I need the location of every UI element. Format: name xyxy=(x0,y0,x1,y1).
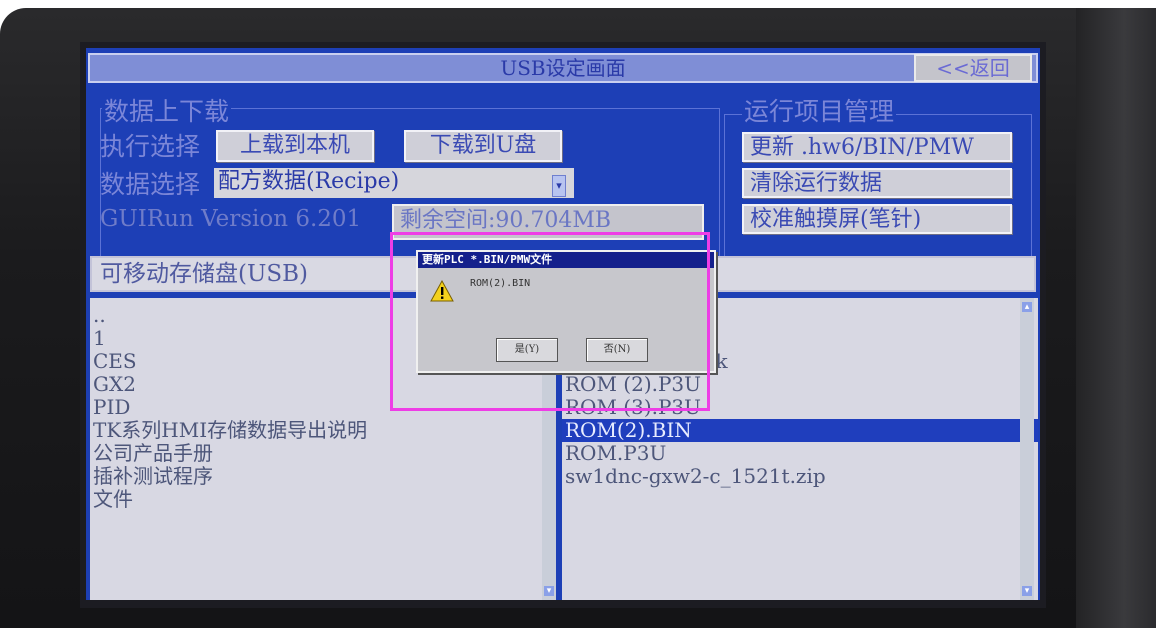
list-item[interactable]: sw1dnc-gxw2-c_1521t.zip xyxy=(562,465,1038,488)
scroll-down-icon[interactable]: ▾ xyxy=(1022,586,1032,596)
update-project-button[interactable]: 更新 .hw6/BIN/PMW xyxy=(742,132,1012,162)
storage-device-label: 可移动存储盘(USB) xyxy=(100,261,308,287)
project-management-heading: 运行项目管理 xyxy=(742,92,897,128)
chevron-down-icon[interactable]: ▾ xyxy=(552,175,566,197)
list-item[interactable] xyxy=(562,488,1038,511)
page-title: USB设定画面 xyxy=(88,53,1038,83)
upload-to-device-button[interactable]: 上载到本机 xyxy=(216,130,374,162)
selected-list-item[interactable]: ROM(2).BIN xyxy=(562,419,1038,442)
back-button[interactable]: <<返回 xyxy=(914,54,1032,82)
right-list-scrollbar[interactable]: ▴ ▾ xyxy=(1020,298,1034,600)
data-select-value: 配方数据(Recipe) xyxy=(218,169,400,194)
highlight-box xyxy=(390,232,710,411)
list-item[interactable]: TK系列HMI存储数据导出说明 xyxy=(90,419,556,442)
scroll-down-icon[interactable]: ▾ xyxy=(544,586,554,596)
device-bezel-edge xyxy=(1076,8,1156,628)
list-item[interactable]: 公司产品手册 xyxy=(90,442,556,465)
clear-run-data-button[interactable]: 清除运行数据 xyxy=(742,168,1012,198)
data-select-label: 数据选择 xyxy=(100,170,201,199)
list-item[interactable]: 插补测试程序 xyxy=(90,465,556,488)
list-item[interactable]: ROM.P3U xyxy=(562,442,1038,465)
data-transfer-heading: 数据上下载 xyxy=(102,92,232,128)
download-to-usb-button[interactable]: 下载到U盘 xyxy=(404,130,562,162)
scroll-up-icon[interactable]: ▴ xyxy=(1022,302,1032,312)
calibrate-touchscreen-button[interactable]: 校准触摸屏(笔针) xyxy=(742,204,1012,234)
exec-select-label: 执行选择 xyxy=(100,132,201,161)
version-text: GUIRun Version 6.201 xyxy=(100,206,362,232)
list-item[interactable]: 文件 xyxy=(90,488,556,511)
data-select-dropdown[interactable]: 配方数据(Recipe) xyxy=(214,168,574,198)
